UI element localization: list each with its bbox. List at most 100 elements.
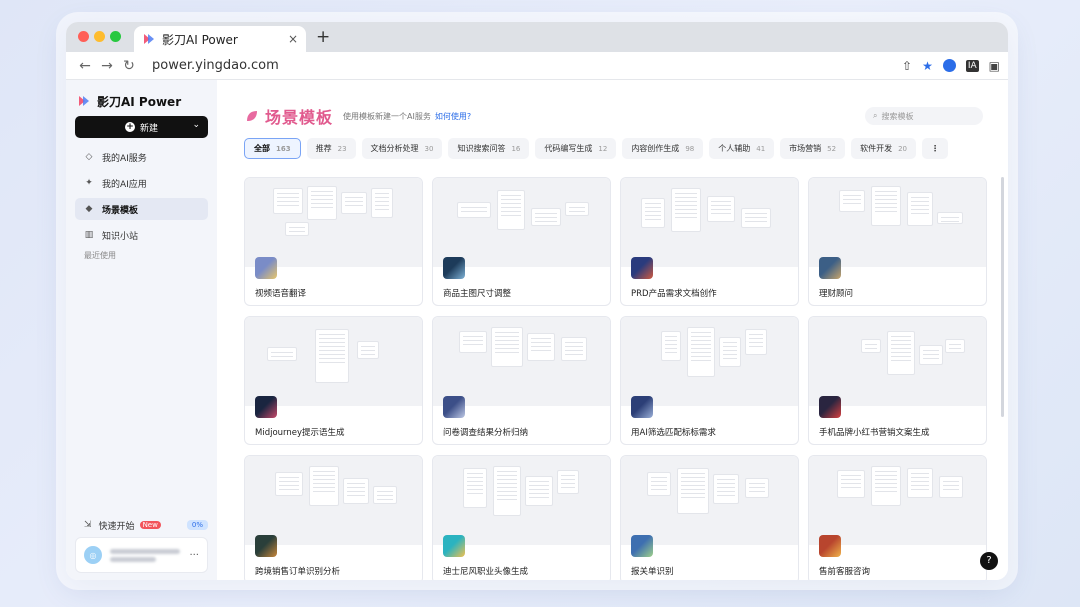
new-tab-button[interactable]: + <box>316 27 330 47</box>
extension-ia-icon[interactable]: IA <box>965 59 979 72</box>
extension-globe-icon[interactable] <box>942 59 956 72</box>
user-account[interactable]: ◎ ··· <box>75 537 208 573</box>
yingdao-logo-icon <box>79 96 89 106</box>
category-tab[interactable]: 推荐 23 <box>306 138 356 159</box>
preview-panel <box>525 476 553 506</box>
template-icon: ◆ <box>85 204 93 214</box>
category-count: 12 <box>598 144 608 153</box>
template-leaf-icon <box>247 111 257 121</box>
extension-book-icon[interactable]: ▣ <box>989 59 1000 73</box>
template-title: 报关单识别 <box>631 567 674 577</box>
template-card[interactable]: 用AI筛选匹配标标需求 <box>620 316 799 445</box>
category-tab[interactable]: 代码编写生成 12 <box>535 138 617 159</box>
sidebar-item-scene-templates[interactable]: ◆ 场景模板 <box>75 198 208 220</box>
search-input[interactable]: ⌕ 搜索模板 <box>865 107 983 125</box>
browser-tab[interactable]: 影刀AI Power × <box>134 26 306 52</box>
category-count: 163 <box>276 144 291 153</box>
category-tab[interactable]: 文档分析处理 30 <box>361 138 443 159</box>
url-field[interactable]: power.yingdao.com <box>152 58 902 73</box>
new-button-label: 新建 <box>139 123 158 134</box>
category-tab[interactable]: 全部 163 <box>244 138 301 159</box>
category-tab[interactable]: 知识搜索问答 16 <box>448 138 530 159</box>
category-tab[interactable]: 内容创作生成 98 <box>622 138 704 159</box>
preview-panel <box>661 331 681 361</box>
page-title: 场景模板 <box>265 108 334 127</box>
template-avatar-icon <box>631 535 653 557</box>
template-card[interactable]: 手机品牌小红书营销文案生成 <box>808 316 987 445</box>
rocket-icon: ⇲ <box>84 520 92 530</box>
sidebar-item-my-ai-apps[interactable]: ✦ 我的AI应用 <box>75 172 208 194</box>
template-card[interactable]: 跨境销售订单识别分析 <box>244 455 423 580</box>
tab-close-icon[interactable]: × <box>288 32 298 46</box>
preview-panel <box>837 470 865 498</box>
template-title: 手机品牌小红书营销文案生成 <box>819 428 930 438</box>
preview-panel <box>457 202 491 218</box>
template-title: Midjourney提示语生成 <box>255 428 345 438</box>
how-to-use-link[interactable]: 如何使用? <box>435 111 471 122</box>
template-card[interactable]: 报关单识别 <box>620 455 799 580</box>
category-label: 推荐 <box>315 144 332 153</box>
preview-panel <box>741 208 771 228</box>
preview-panel <box>839 190 865 212</box>
preview-panel <box>315 329 349 383</box>
back-icon[interactable]: ← <box>74 58 96 74</box>
category-tab[interactable]: 个人辅助 41 <box>709 138 775 159</box>
category-count: 20 <box>898 144 907 153</box>
preview-panel <box>371 188 393 218</box>
preview-panel <box>267 347 297 361</box>
forward-icon[interactable]: → <box>96 58 118 74</box>
preview-panel <box>307 186 337 220</box>
preview-panel <box>745 329 767 355</box>
template-avatar-icon <box>255 257 277 279</box>
preview-panel <box>945 339 965 353</box>
new-button[interactable]: + 新建 ⌄ <box>75 116 208 138</box>
close-window-button[interactable] <box>78 31 89 42</box>
template-card[interactable]: 迪士尼风职业头像生成 <box>432 455 611 580</box>
template-title: 跨境销售订单识别分析 <box>255 567 341 577</box>
preview-panel <box>745 478 769 498</box>
preview-panel <box>919 345 943 365</box>
template-preview <box>245 456 422 545</box>
template-preview <box>809 456 986 545</box>
avatar[interactable]: ◎ <box>84 546 102 564</box>
template-preview <box>433 178 610 267</box>
category-label: 内容创作生成 <box>631 144 680 153</box>
template-card[interactable]: 视频语音翻译 <box>244 177 423 306</box>
category-label: 市场营销 <box>789 144 822 153</box>
sidebar-item-knowledge-station[interactable]: ▥ 知识小站 <box>75 224 208 246</box>
bookmark-star-icon[interactable]: ★ <box>922 59 933 73</box>
maximize-window-button[interactable] <box>110 31 121 42</box>
template-card[interactable]: 商品主图尺寸调整 <box>432 177 611 306</box>
address-bar: ← → ↻ power.yingdao.com ⇧ ★ IA ▣ <box>66 52 1008 80</box>
tab-title: 影刀AI Power <box>162 32 238 47</box>
chevron-down-icon[interactable]: ⌄ <box>192 120 200 130</box>
help-button[interactable]: ? <box>980 552 998 570</box>
reload-icon[interactable]: ↻ <box>118 58 140 74</box>
template-card[interactable]: 售前客服咨询 <box>808 455 987 580</box>
scrollbar[interactable] <box>1001 177 1004 417</box>
sidebar: 影刀AI Power + 新建 ⌄ ◇ 我的AI服务 ✦ 我的AI应用 ◆ 场景… <box>66 80 217 580</box>
more-options-icon[interactable]: ··· <box>189 550 199 561</box>
template-avatar-icon <box>631 257 653 279</box>
preview-panel <box>907 468 933 498</box>
more-categories-button[interactable]: ⋮ <box>922 138 948 159</box>
template-title: 用AI筛选匹配标标需求 <box>631 428 716 438</box>
preview-panel <box>493 466 521 516</box>
template-card[interactable]: 理财顾问 <box>808 177 987 306</box>
minimize-window-button[interactable] <box>94 31 105 42</box>
service-icon: ◇ <box>85 152 93 162</box>
preview-panel <box>497 190 525 230</box>
quick-start[interactable]: ⇲ 快速开始 New 0% <box>75 516 208 534</box>
preview-panel <box>871 466 901 506</box>
preview-panel <box>275 472 303 496</box>
template-card[interactable]: 问卷调查结果分析归纳 <box>432 316 611 445</box>
template-avatar-icon <box>443 257 465 279</box>
category-tab[interactable]: 软件开发 20 <box>851 138 916 159</box>
sidebar-item-my-ai-services[interactable]: ◇ 我的AI服务 <box>75 146 208 168</box>
share-icon[interactable]: ⇧ <box>902 59 912 73</box>
category-label: 知识搜索问答 <box>457 144 506 153</box>
template-card[interactable]: PRD产品需求文档创作 <box>620 177 799 306</box>
template-grid: 视频语音翻译 商品主图尺寸调整 PRD产品需求文档创作 理财顾问 Midjourney提… <box>244 177 987 580</box>
category-tab[interactable]: 市场营销 52 <box>780 138 846 159</box>
template-card[interactable]: Midjourney提示语生成 <box>244 316 423 445</box>
